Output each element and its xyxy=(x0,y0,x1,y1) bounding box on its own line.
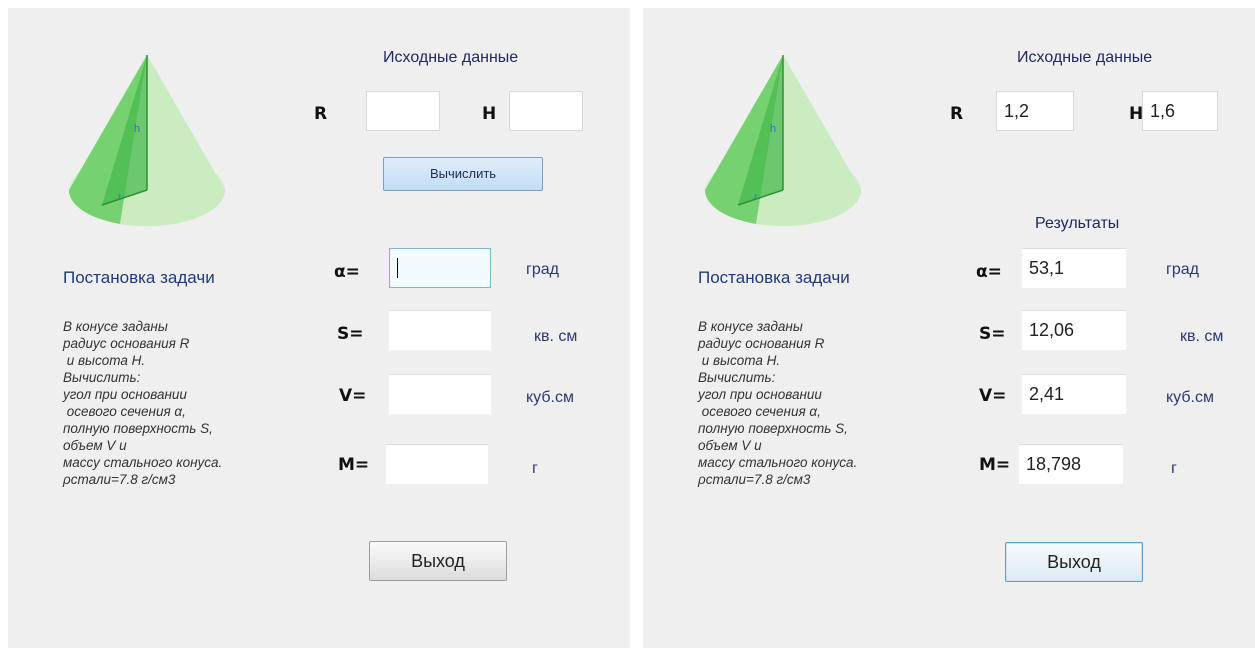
text-caret xyxy=(397,258,398,278)
cone-image: h r xyxy=(704,55,862,227)
input-header: Исходные данные xyxy=(1017,49,1153,66)
s-unit: кв. см xyxy=(1180,328,1224,345)
alpha-output[interactable] xyxy=(389,248,491,288)
input-header: Исходные данные xyxy=(383,49,519,66)
m-label: M= xyxy=(979,455,1011,475)
exit-button[interactable]: Выход xyxy=(369,541,507,581)
m-unit: г xyxy=(1171,460,1177,477)
v-output[interactable]: 2,41 xyxy=(1022,374,1126,414)
results-header: Результаты xyxy=(1035,215,1120,232)
m-unit: г xyxy=(532,460,538,477)
alpha-unit: град xyxy=(526,261,559,278)
h-label: H xyxy=(482,104,497,124)
v-output[interactable] xyxy=(389,374,491,414)
r-input[interactable] xyxy=(366,91,440,131)
s-output[interactable]: 12,06 xyxy=(1022,310,1126,350)
cone-height-label: h xyxy=(770,123,776,135)
task-description: В конусе заданы радиус основания R и выс… xyxy=(63,319,223,487)
h-input[interactable]: 1,6 xyxy=(1142,91,1218,131)
r-label: R xyxy=(950,104,964,124)
calculate-button[interactable]: Вычислить xyxy=(383,157,543,191)
form-results: h r Исходные данные R 1,2 H 1,6 Результа… xyxy=(643,8,1255,648)
m-label: M= xyxy=(338,455,370,475)
task-title: Постановка задачи xyxy=(698,268,850,287)
v-label: V= xyxy=(979,386,1007,406)
s-output[interactable] xyxy=(389,310,491,350)
s-label: S= xyxy=(337,324,364,344)
s-label: S= xyxy=(979,324,1006,344)
v-unit: куб.см xyxy=(526,389,574,406)
form-empty: h r Исходные данные R H Вычислить Постан… xyxy=(8,8,630,648)
s-unit: кв. см xyxy=(534,328,578,345)
cone-height-label: h xyxy=(134,123,140,135)
task-title: Постановка задачи xyxy=(63,268,215,287)
task-description: В конусе заданы радиус основания R и выс… xyxy=(698,319,858,487)
m-output[interactable]: 18,798 xyxy=(1019,444,1123,484)
alpha-unit: град xyxy=(1166,261,1199,278)
m-output[interactable] xyxy=(386,444,488,484)
r-label: R xyxy=(314,104,328,124)
alpha-label: α= xyxy=(976,262,1002,282)
r-input[interactable]: 1,2 xyxy=(996,91,1074,131)
alpha-output[interactable]: 53,1 xyxy=(1022,248,1126,288)
cone-image: h r xyxy=(68,55,226,227)
v-label: V= xyxy=(339,386,367,406)
v-unit: куб.см xyxy=(1166,389,1214,406)
alpha-label: α= xyxy=(334,262,360,282)
exit-button[interactable]: Выход xyxy=(1005,542,1143,582)
h-input[interactable] xyxy=(509,91,583,131)
